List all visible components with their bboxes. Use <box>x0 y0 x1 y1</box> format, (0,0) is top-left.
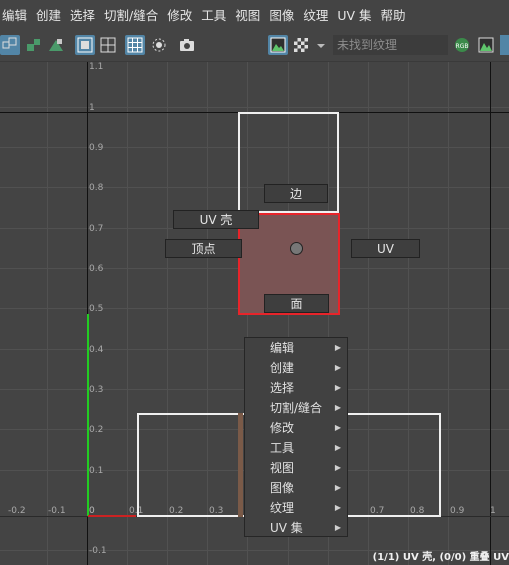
display-image-button[interactable] <box>268 35 288 55</box>
texture-field[interactable]: 未找到纹理 <box>333 35 448 55</box>
marking-menu-vertex[interactable]: 顶点 <box>165 239 242 258</box>
menu-tools[interactable]: 工具 <box>201 5 235 24</box>
menu-select[interactable]: 选择 <box>70 5 104 24</box>
frame-icon <box>77 37 93 53</box>
ctx-item-view[interactable]: 视图 ▶ <box>245 458 347 478</box>
marking-menu-uv-shell[interactable]: UV 壳 <box>173 210 259 229</box>
image-alpha-icon <box>478 37 494 53</box>
toolbar: 未找到纹理 RGB <box>0 29 509 62</box>
ctx-item-modify[interactable]: 修改 ▶ <box>245 418 347 438</box>
ctx-item-edit[interactable]: 编辑 ▶ <box>245 338 347 358</box>
uv-shell-strip[interactable] <box>238 413 243 517</box>
checker-icon <box>294 38 308 52</box>
submenu-arrow-icon: ▶ <box>334 343 341 352</box>
menu-uv-sets[interactable]: UV 集 <box>337 5 380 24</box>
chevron-down-icon <box>317 44 325 48</box>
ctx-item-create[interactable]: 创建 ▶ <box>245 358 347 378</box>
snapshot-button[interactable] <box>177 35 197 55</box>
uv-0-1-boundary-right <box>490 62 491 565</box>
toolbar-overflow-button[interactable] <box>500 35 509 55</box>
submenu-arrow-icon: ▶ <box>334 383 341 392</box>
ctx-item-select[interactable]: 选择 ▶ <box>245 378 347 398</box>
status-readout: (1/1) UV 壳, (0/0) 重叠 UV <box>372 552 509 563</box>
submenu-arrow-icon: ▶ <box>334 523 341 532</box>
submenu-arrow-icon: ▶ <box>334 403 341 412</box>
menu-create[interactable]: 创建 <box>36 5 70 24</box>
context-menu: 编辑 ▶ 创建 ▶ 选择 ▶ 切割/缝合 ▶ 修改 ▶ 工具 ▶ 视图 ▶ 图像 ▶ 纹理 ▶ U… <box>244 337 348 537</box>
uv-face-icon <box>49 39 63 51</box>
checker-grid-button[interactable] <box>125 35 145 55</box>
submenu-arrow-icon: ▶ <box>334 423 341 432</box>
select-tool-button[interactable] <box>0 35 20 55</box>
submenu-arrow-icon: ▶ <box>334 363 341 372</box>
menu-help[interactable]: 帮助 <box>381 5 415 24</box>
uv-shell-select-button[interactable] <box>24 35 44 55</box>
submenu-arrow-icon: ▶ <box>334 463 341 472</box>
ctx-item-cut-sew[interactable]: 切割/缝合 ▶ <box>245 398 347 418</box>
image-icon <box>270 37 286 53</box>
menu-image[interactable]: 图像 <box>269 5 303 24</box>
alpha-channel-button[interactable] <box>476 35 496 55</box>
marking-menu-edge[interactable]: 边 <box>264 184 328 203</box>
frame-selection-button[interactable] <box>75 35 95 55</box>
texture-dropdown-button[interactable] <box>314 35 326 55</box>
ctx-item-tools[interactable]: 工具 ▶ <box>245 438 347 458</box>
submenu-arrow-icon: ▶ <box>334 443 341 452</box>
pivot-icon <box>152 38 166 52</box>
checker-map-button[interactable] <box>291 35 311 55</box>
submenu-arrow-icon: ▶ <box>334 483 341 492</box>
rgb-icon: RGB <box>455 38 469 52</box>
menu-textures[interactable]: 纹理 <box>303 5 337 24</box>
menu-modify[interactable]: 修改 <box>167 5 201 24</box>
uv-face-select-button[interactable] <box>46 35 66 55</box>
pixel-grid-icon <box>127 37 143 53</box>
menu-view[interactable]: 视图 <box>235 5 269 24</box>
uv-shell-icon <box>27 39 40 51</box>
menu-edit[interactable]: 编辑 <box>0 5 36 24</box>
marking-menu-uv[interactable]: UV <box>351 239 420 258</box>
uv-viewport[interactable]: 1.1 1 0.9 0.8 0.7 0.6 0.5 0.4 0.3 0.2 0.… <box>0 62 509 565</box>
svg-text:RGB: RGB <box>456 43 469 50</box>
submenu-arrow-icon: ▶ <box>334 503 341 512</box>
select-vertex-icon <box>2 37 17 49</box>
grid-icon <box>100 37 116 53</box>
ctx-item-image[interactable]: 图像 ▶ <box>245 478 347 498</box>
camera-icon <box>180 39 194 51</box>
ctx-item-textures[interactable]: 纹理 ▶ <box>245 498 347 518</box>
marking-menu-center-icon <box>290 242 303 255</box>
pivot-button[interactable] <box>149 35 169 55</box>
rgb-channel-button[interactable]: RGB <box>452 35 472 55</box>
marking-menu-face[interactable]: 面 <box>264 294 329 313</box>
menu-bar: 编辑 创建 选择 切割/缝合 修改 工具 视图 图像 纹理 UV 集 帮助 <box>0 0 509 29</box>
menu-cut-sew[interactable]: 切割/缝合 <box>104 5 167 24</box>
grid-toggle-button[interactable] <box>98 35 118 55</box>
ctx-item-uv-sets[interactable]: UV 集 ▶ <box>245 518 347 538</box>
